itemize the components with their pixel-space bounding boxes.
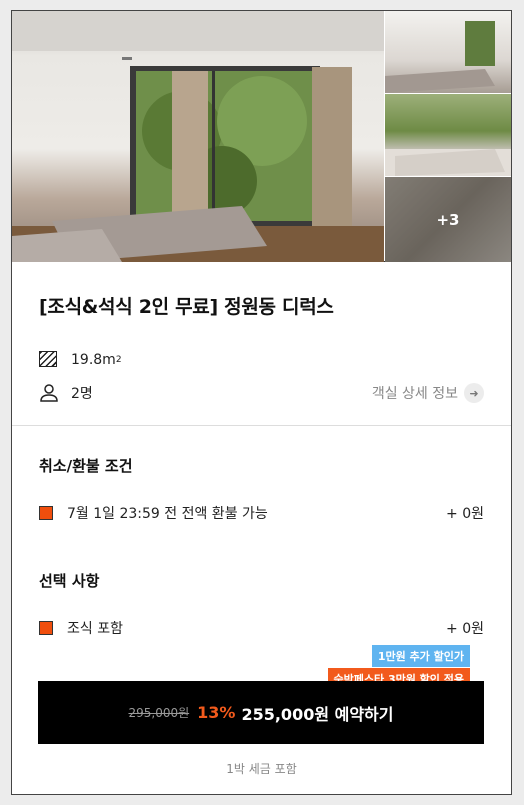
arrow-right-icon: ➜ — [464, 383, 484, 403]
refund-item-price: + 0원 — [446, 506, 484, 522]
guest-count: 2명 — [71, 386, 93, 402]
option-item: 조식 포함 + 0원 — [39, 618, 484, 638]
option-item-price: + 0원 — [446, 621, 484, 637]
thumb-illustration-2 — [385, 149, 511, 176]
reserve-button[interactable]: 295,000원 13% 255,000원 예약하기 — [38, 681, 484, 744]
main-room-photo[interactable] — [12, 11, 384, 262]
option-item-label: 조식 포함 — [67, 621, 123, 637]
section-divider — [12, 425, 511, 426]
area-value: 19.8m — [71, 352, 116, 368]
options-section-title: 선택 사항 — [39, 572, 100, 590]
thumb-illustration-1 — [385, 21, 495, 93]
orange-square-icon — [39, 506, 53, 520]
room-illustration — [12, 11, 384, 262]
room-card: +3 [조식&석식 2인 무료] 정원동 디럭스 19.8m 2 2명 객실 상세… — [11, 10, 512, 795]
refund-item-label: 7월 1일 23:59 전 전액 환불 가능 — [67, 506, 268, 522]
room-detail-label: 객실 상세 정보 — [371, 386, 458, 402]
discount-percent: 13% — [197, 703, 236, 722]
refund-item: 7월 1일 23:59 전 전액 환불 가능 + 0원 — [39, 503, 484, 523]
refund-section-title: 취소/환불 조건 — [39, 457, 133, 475]
photo-gallery[interactable]: +3 — [12, 11, 511, 262]
reserve-price-label: 255,000원 예약하기 — [241, 704, 394, 724]
extra-discount-badge: 1만원 추가 할인가 — [371, 645, 470, 667]
area-unit-superscript: 2 — [115, 355, 122, 365]
tax-note: 1박 세금 포함 — [226, 762, 297, 776]
person-icon — [39, 384, 61, 402]
room-guests: 2명 — [39, 383, 93, 403]
thumbnail-photo-2[interactable] — [385, 94, 511, 176]
area-icon — [39, 351, 61, 369]
original-price: 295,000원 — [128, 706, 190, 720]
more-photos-count[interactable]: +3 — [385, 177, 511, 262]
thumbnail-photo-3[interactable]: +3 — [385, 177, 511, 262]
thumbnail-photo-1[interactable] — [385, 11, 511, 93]
orange-square-icon — [39, 621, 53, 635]
room-area: 19.8m 2 — [39, 351, 122, 369]
room-title: [조식&석식 2인 무료] 정원동 디럭스 — [39, 296, 334, 318]
room-detail-link[interactable]: 객실 상세 정보 ➜ — [372, 383, 484, 403]
